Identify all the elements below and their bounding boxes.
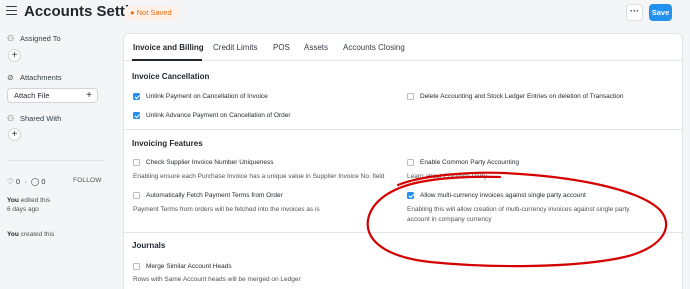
status-badge-text: Not Saved <box>136 8 172 17</box>
checkbox-label: Merge Similar Account Heads <box>146 263 232 270</box>
common-party-link[interactable]: Learn about Common Party <box>407 172 487 182</box>
activity-time: 6 days ago <box>7 206 39 213</box>
tab-invoice-and-billing[interactable]: Invoice and Billing <box>133 43 204 52</box>
heart-icon[interactable]: ♡ <box>7 177 14 186</box>
checkbox-unchecked-icon[interactable] <box>133 263 140 270</box>
merge-account-heads-description: Rows with Same Account heads will be mer… <box>133 276 301 283</box>
save-button[interactable]: Save <box>649 4 672 21</box>
activity-item: You edited this 6 days ago <box>7 196 50 214</box>
multi-currency-description-line: account in company currency <box>407 216 492 223</box>
assigned-to-label: ⚇ Assigned To <box>7 34 61 43</box>
multi-currency-description: Enabling this will allow creation of mul… <box>407 205 630 225</box>
tab-accounts-closing[interactable]: Accounts Closing <box>343 43 405 52</box>
comment-count: 0 <box>41 177 46 186</box>
fetch-payment-terms-description: Payment Terms from orders will be fetche… <box>133 206 320 213</box>
checkbox-checked-icon[interactable] <box>407 192 414 199</box>
user-icon: ⚇ <box>7 34 15 43</box>
add-share-button[interactable]: + <box>8 128 21 141</box>
active-tab-indicator <box>132 59 202 61</box>
checkbox-unchecked-icon[interactable] <box>407 93 414 100</box>
activity-text: edited this <box>18 197 51 204</box>
page-header: Accounts Settings ● Not Saved ··· Save <box>0 0 690 26</box>
checkbox-label: Check Supplier Invoice Number Uniqueness <box>146 159 274 166</box>
checkbox-label: Delete Accounting and Stock Ledger Entri… <box>420 93 624 100</box>
checkbox-label: Unlink Payment on Cancellation of Invoic… <box>146 93 268 100</box>
comment-icon[interactable]: ◯ <box>31 177 39 186</box>
sidebar-divider <box>7 160 106 161</box>
checkbox-unchecked-icon[interactable] <box>407 159 414 166</box>
activity-actor: You <box>7 231 19 238</box>
attach-file-label: Attach File <box>14 91 50 100</box>
checkbox-unchecked-icon[interactable] <box>133 192 140 199</box>
checkbox-label: Allow multi-currency invoices against si… <box>420 192 586 199</box>
activity-actor: You <box>7 197 19 204</box>
section-title-journals: Journals <box>132 241 166 250</box>
tab-pos[interactable]: POS <box>273 43 290 52</box>
checkbox-checked-icon[interactable] <box>133 93 140 100</box>
paperclip-icon: ⊘ <box>7 73 14 82</box>
checkbox-checked-icon[interactable] <box>133 112 140 119</box>
multi-currency-description-line: Enabling this will allow creation of mul… <box>407 206 630 213</box>
tab-credit-limits[interactable]: Credit Limits <box>213 43 257 52</box>
settings-card: Invoice and Billing Credit Limits POS As… <box>123 33 683 289</box>
shared-with-text: Shared With <box>20 114 62 123</box>
section-title-invoicing-features: Invoicing Features <box>132 139 203 148</box>
users-icon: ⚇ <box>7 114 15 123</box>
section-divider <box>124 232 682 233</box>
checkbox-unchecked-icon[interactable] <box>133 159 140 166</box>
like-count: 0 <box>15 177 20 186</box>
tab-assets[interactable]: Assets <box>304 43 328 52</box>
more-options-button[interactable]: ··· <box>626 4 643 21</box>
menu-icon[interactable] <box>6 6 17 16</box>
shared-with-label: ⚇ Shared With <box>7 114 61 123</box>
follow-button[interactable]: FOLLOW <box>73 177 102 184</box>
section-divider <box>124 129 682 130</box>
checkbox-label: Unlink Advance Payment on Cancellation o… <box>146 112 291 119</box>
section-title-invoice-cancellation: Invoice Cancellation <box>132 72 210 81</box>
stats-row: ♡ 0 · ◯ 0 <box>7 177 46 186</box>
attachments-label: ⊘ Attachments <box>7 73 62 82</box>
attachments-text: Attachments <box>20 73 62 82</box>
tab-bar: Invoice and Billing Credit Limits POS As… <box>124 34 682 61</box>
assigned-to-text: Assigned To <box>20 34 61 43</box>
add-assignee-button[interactable]: + <box>8 49 21 62</box>
status-badge: ● Not Saved <box>125 6 177 20</box>
checkbox-label: Enable Common Party Accounting <box>420 159 519 166</box>
attach-file-button[interactable]: Attach File + <box>7 88 98 103</box>
activity-text: created this <box>18 231 55 238</box>
activity-item: You created this <box>7 230 54 239</box>
plus-icon: + <box>86 90 92 101</box>
checkbox-label: Automatically Fetch Payment Terms from O… <box>146 192 283 199</box>
supplier-uniqueness-description: Enabling ensure each Purchase Invoice ha… <box>133 173 385 180</box>
